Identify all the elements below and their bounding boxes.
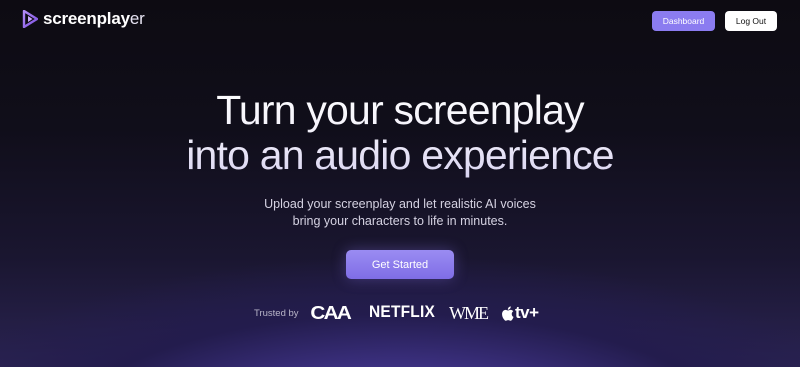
top-nav: screenplayer Dashboard Log Out [0, 0, 800, 40]
logout-button[interactable]: Log Out [725, 11, 777, 31]
netflix-logo: NETFLIX [369, 303, 436, 322]
subtext-line-2: bring your characters to life in minutes… [292, 214, 508, 228]
dashboard-button[interactable]: Dashboard [652, 11, 715, 31]
logo[interactable]: screenplayer [22, 9, 145, 29]
trusted-by-label: Trusted by [254, 307, 299, 319]
play-icon [22, 10, 38, 28]
apple-icon [502, 305, 514, 321]
get-started-button[interactable]: Get Started [346, 250, 454, 279]
headline-line-2: into an audio experience [186, 132, 614, 178]
wme-logo: WME [449, 302, 489, 323]
apple-tv-text: tv+ [515, 303, 539, 322]
logo-text-tail: er [129, 9, 145, 28]
subtext-line-1: Upload your screenplay and let realistic… [264, 197, 536, 211]
logo-text: screenplayer [43, 9, 145, 29]
hero-subtext: Upload your screenplay and let realistic… [0, 196, 800, 230]
logo-text-main: screenplay [43, 9, 130, 28]
caa-logo: CAA [309, 302, 351, 323]
apple-tv-logo: tv+ [501, 303, 539, 323]
hero-headline: Turn your screenplay into an audio exper… [0, 88, 800, 178]
trusted-by-row: Trusted by CAA NETFLIX WME tv+ [254, 303, 539, 323]
headline-line-1: Turn your screenplay [216, 87, 584, 133]
